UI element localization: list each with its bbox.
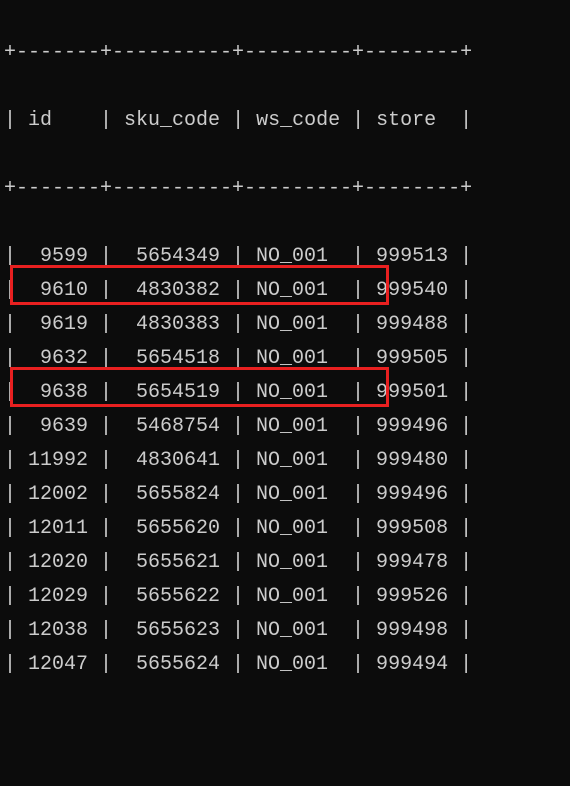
table-row: | 9639 | 5468754 | NO_001 | 999496 | bbox=[4, 410, 566, 444]
table-row: | 9610 | 4830382 | NO_001 | 999540 | bbox=[4, 274, 566, 308]
table-row: | 9632 | 5654518 | NO_001 | 999505 | bbox=[4, 342, 566, 376]
header-id: id bbox=[28, 109, 52, 132]
table-row: | 12002 | 5655824 | NO_001 | 999496 | bbox=[4, 478, 566, 512]
table-border-top: +-------+----------+---------+--------+ bbox=[4, 36, 566, 70]
header-ws-code: ws_code bbox=[256, 109, 340, 132]
table-row: | 9638 | 5654519 | NO_001 | 999501 | bbox=[4, 376, 566, 410]
table-row: | 12011 | 5655620 | NO_001 | 999508 | bbox=[4, 512, 566, 546]
table-row: | 12029 | 5655622 | NO_001 | 999526 | bbox=[4, 580, 566, 614]
table-border-mid: +-------+----------+---------+--------+ bbox=[4, 172, 566, 206]
table-row: | 12038 | 5655623 | NO_001 | 999498 | bbox=[4, 614, 566, 648]
table-row: | 9619 | 4830383 | NO_001 | 999488 | bbox=[4, 308, 566, 342]
table-body: | 9599 | 5654349 | NO_001 | 999513 || 96… bbox=[4, 240, 566, 682]
table-row: | 11992 | 4830641 | NO_001 | 999480 | bbox=[4, 444, 566, 478]
table-header-row: | id | sku_code | ws_code | store | bbox=[4, 104, 566, 138]
header-sku-code: sku_code bbox=[124, 109, 220, 132]
table-row: | 9599 | 5654349 | NO_001 | 999513 | bbox=[4, 240, 566, 274]
terminal-output: +-------+----------+---------+--------+ … bbox=[0, 0, 570, 786]
table-row: | 12020 | 5655621 | NO_001 | 999478 | bbox=[4, 546, 566, 580]
header-store: store bbox=[376, 109, 436, 132]
table-row: | 12047 | 5655624 | NO_001 | 999494 | bbox=[4, 648, 566, 682]
